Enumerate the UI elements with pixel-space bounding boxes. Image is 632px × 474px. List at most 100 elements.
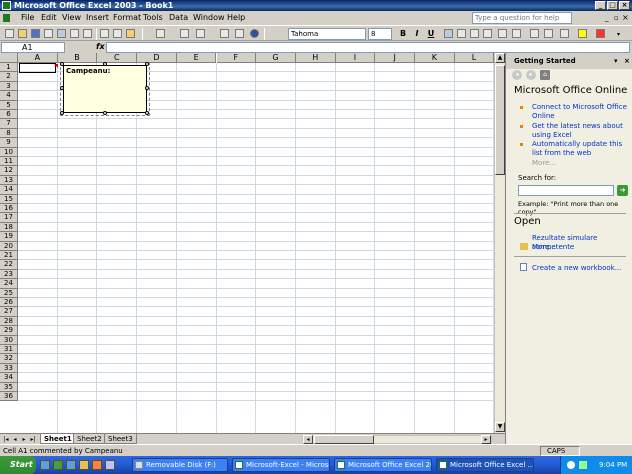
row-header-2[interactable]: 2 [0,72,18,82]
row-header-4[interactable]: 4 [0,91,18,101]
column-header-g[interactable]: G [256,53,296,63]
menu-window[interactable]: Window [193,11,225,25]
row-header-35[interactable]: 35 [0,382,18,392]
scroll-thumb[interactable] [495,65,505,175]
menu-help[interactable]: Help [227,11,245,25]
toolbar-options-icon[interactable]: ▾ [617,31,620,38]
quicklaunch-ie-icon[interactable] [40,460,50,470]
menu-file[interactable]: File [21,11,34,25]
column-header-j[interactable]: J [375,53,415,63]
volume-icon[interactable] [567,461,575,469]
autosum-icon[interactable] [196,29,205,38]
insert-function-icon[interactable]: fx [96,42,105,51]
row-header-24[interactable]: 24 [0,279,18,289]
quicklaunch-folder-icon[interactable] [79,460,89,470]
row-header-12[interactable]: 12 [0,166,18,176]
menu-tools[interactable]: Tools [143,11,163,25]
row-header-19[interactable]: 19 [0,232,18,242]
row-header-14[interactable]: 14 [0,185,18,195]
scroll-right-button[interactable]: ▸ [481,435,491,444]
row-header-22[interactable]: 22 [0,260,18,270]
pane-forward-icon[interactable]: ▸ [526,70,536,80]
resize-handle[interactable] [103,111,107,115]
quicklaunch-media-icon[interactable] [92,460,102,470]
row-header-34[interactable]: 34 [0,373,18,383]
column-header-i[interactable]: I [335,53,376,63]
resize-handle[interactable] [145,62,149,66]
excel-app-icon[interactable] [2,1,11,10]
pane-close-icon[interactable]: × [624,53,630,69]
help-question-box[interactable]: Type a question for help [472,12,572,24]
italic-button[interactable]: I [411,28,423,40]
print-icon[interactable] [57,29,66,38]
column-header-k[interactable]: K [415,53,455,63]
sort-icon[interactable] [220,29,229,38]
column-header-l[interactable]: L [454,53,494,63]
link-connect[interactable]: Connect to Microsoft Office Online [532,103,628,121]
resize-handle[interactable] [60,111,64,115]
resize-handle[interactable] [103,62,107,66]
currency-icon[interactable] [498,29,507,38]
row-header-6[interactable]: 6 [0,110,18,120]
bold-button[interactable]: B [397,28,409,40]
last-sheet-button[interactable]: ▸| [29,435,37,444]
search-input[interactable] [518,185,614,196]
underline-button[interactable]: U [425,28,437,40]
print-preview-icon[interactable] [70,29,79,38]
row-header-30[interactable]: 30 [0,335,18,345]
row-header-21[interactable]: 21 [0,251,18,261]
start-button[interactable]: Start [0,456,36,474]
chart-wizard-icon[interactable] [235,29,244,38]
copy-icon[interactable] [113,29,122,38]
row-header-11[interactable]: 11 [0,157,18,167]
row-header-8[interactable]: 8 [0,128,18,139]
row-header-17[interactable]: 17 [0,213,18,223]
active-cell[interactable] [19,63,56,73]
row-header-33[interactable]: 33 [0,363,18,374]
row-header-32[interactable]: 32 [0,354,18,364]
row-header-1[interactable]: 1 [0,63,18,73]
increase-indent-icon[interactable] [544,29,553,38]
sheet-tab-2[interactable]: Sheet2 [73,434,106,444]
column-header-f[interactable]: F [216,53,257,63]
row-header-23[interactable]: 23 [0,269,18,280]
column-header-b[interactable]: B [57,53,98,63]
doc-restore-button[interactable]: ▫ [614,14,619,22]
resize-handle[interactable] [145,86,149,90]
font-color-icon[interactable] [596,29,605,38]
font-size-select[interactable]: 8 [368,28,392,40]
align-right-icon[interactable] [470,29,479,38]
menu-data[interactable]: Data [169,11,188,25]
document-icon[interactable] [3,14,10,22]
row-header-25[interactable]: 25 [0,288,18,298]
menu-edit[interactable]: Edit [41,11,57,25]
link-update[interactable]: Automatically update this list from the … [532,140,628,158]
paste-icon[interactable] [126,29,135,38]
close-button[interactable]: × [619,1,630,10]
row-header-18[interactable]: 18 [0,222,18,233]
sheet-tab-1[interactable]: Sheet1 [40,434,76,444]
row-header-28[interactable]: 28 [0,316,18,327]
row-header-31[interactable]: 31 [0,345,18,355]
cut-icon[interactable] [100,29,109,38]
column-header-e[interactable]: E [176,53,217,63]
search-go-icon[interactable]: ➜ [617,185,628,196]
hyperlink-icon[interactable] [180,29,189,38]
save-icon[interactable] [31,29,40,38]
spelling-icon[interactable] [83,29,92,38]
doc-minimize-button[interactable]: _ [605,14,609,22]
link-news[interactable]: Get the latest news about using Excel [532,122,628,140]
row-header-29[interactable]: 29 [0,326,18,336]
horizontal-scrollbar[interactable]: ◂ ▸ [302,435,492,444]
scroll-left-button[interactable]: ◂ [303,435,313,444]
align-center-icon[interactable] [457,29,466,38]
resize-handle[interactable] [60,62,64,66]
task-excel-doc-1[interactable]: Microsoft-Excel - Microso... [232,458,330,472]
open-more[interactable]: More... [532,243,628,252]
row-header-15[interactable]: 15 [0,194,18,204]
row-header-20[interactable]: 20 [0,241,18,251]
minimize-button[interactable]: _ [595,1,606,10]
pane-back-icon[interactable]: ◂ [512,70,522,80]
quicklaunch-desktop-icon[interactable] [66,460,76,470]
percent-icon[interactable] [512,29,521,38]
